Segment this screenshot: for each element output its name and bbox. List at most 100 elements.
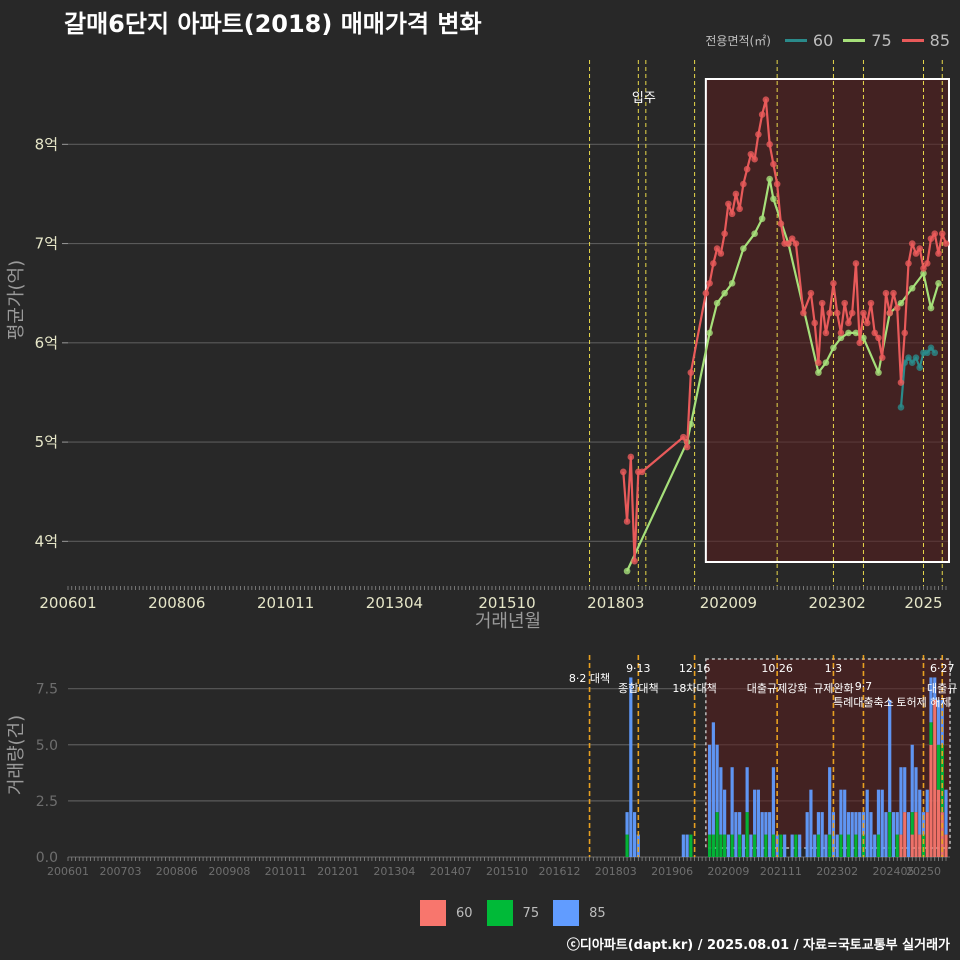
volume-bar-85 <box>636 834 640 857</box>
bar-legend-label-85: 85 <box>589 905 606 921</box>
price-x-tick-label: 2025 <box>904 594 942 612</box>
price-point-85 <box>755 131 762 138</box>
price-point-85 <box>631 557 638 565</box>
volume-bar-85 <box>726 834 730 857</box>
price-point-85 <box>770 160 777 168</box>
volume-x-tick-label: 201906 <box>651 865 693 878</box>
volume-bar-85 <box>741 834 745 857</box>
price-x-tick-label: 202009 <box>700 594 757 612</box>
price-point-85 <box>706 279 713 287</box>
price-point-75 <box>766 175 773 183</box>
price-point-85 <box>623 518 631 525</box>
bar-legend-swatch-85 <box>553 900 580 926</box>
volume-bar-85 <box>816 812 821 835</box>
volume-bar-85 <box>910 744 914 813</box>
bar-legend: 60 75 85 <box>420 900 610 926</box>
price-point-85 <box>736 205 743 213</box>
price-x-axis-title: 거래년월 <box>475 611 541 632</box>
volume-bar-85 <box>869 812 873 857</box>
price-point-75 <box>770 195 777 203</box>
volume-bar-75 <box>828 834 832 857</box>
price-point-85 <box>863 319 871 327</box>
volume-bar-75 <box>779 834 783 857</box>
price-point-85 <box>717 250 725 257</box>
price-point-75 <box>721 289 728 297</box>
volume-bar-85 <box>865 789 869 857</box>
price-point-75 <box>822 359 830 366</box>
volume-x-tick-label: 201510 <box>486 865 528 878</box>
volume-bar-85 <box>723 789 727 835</box>
volume-x-tick-label: 201201 <box>317 865 359 878</box>
price-point-75 <box>815 369 822 376</box>
volume-bar-60 <box>929 744 933 857</box>
policy-label-land-permit: 토허제 해제 <box>896 695 950 709</box>
price-point-85 <box>938 230 946 237</box>
volume-bar-75 <box>764 834 768 857</box>
volume-bar-85 <box>632 812 637 857</box>
price-point-75 <box>728 279 736 287</box>
volume-bar-85 <box>768 812 772 857</box>
volume-bar-75 <box>846 834 851 857</box>
bar-legend-item-75: 75 <box>486 900 539 926</box>
price-x-tick-label: 201510 <box>478 594 535 612</box>
volume-bar-85 <box>685 834 689 857</box>
volume-bar-75 <box>876 834 881 857</box>
volume-x-tick-label: 200908 <box>208 865 250 878</box>
price-point-60 <box>912 354 920 362</box>
volume-bar-60 <box>910 834 914 857</box>
price-point-85 <box>935 250 942 257</box>
price-x-tick-label: 201011 <box>257 594 314 612</box>
volume-bar-75 <box>839 834 843 857</box>
volume-y-tick-label: 7.5 <box>36 682 58 698</box>
volume-bar-85 <box>809 789 813 857</box>
source-footer: ⓒ디아파트(dapt.kr) / 2025.08.01 / 자료=국토교통부 실… <box>566 938 950 953</box>
volume-bar-60 <box>944 834 948 857</box>
price-point-85 <box>878 354 886 362</box>
volume-x-tick-label: 202302 <box>816 865 858 878</box>
price-point-85 <box>893 304 901 312</box>
volume-bar-75 <box>888 812 892 857</box>
price-point-85 <box>837 329 845 337</box>
legend-item-85: 85 <box>901 31 950 50</box>
line-legend: 전용면적(㎡) 60 75 85 <box>705 31 950 50</box>
volume-bar-85 <box>899 767 903 835</box>
volume-bar-75 <box>625 834 629 857</box>
policy-label-913-name: 종합대책 <box>618 682 658 695</box>
volume-bar-75 <box>816 834 821 857</box>
volume-bar-75 <box>708 834 712 857</box>
policy-label-1216-name: 18차대책 <box>672 682 716 695</box>
policy-label-627-date: 6·27 <box>930 662 955 675</box>
volume-x-tick-label: 201304 <box>373 865 415 878</box>
bar-legend-swatch-60 <box>420 900 446 926</box>
price-point-85 <box>740 180 747 188</box>
volume-bar-85 <box>625 812 629 835</box>
volume-bar-85 <box>850 812 854 857</box>
move-in-annotation: 입주 <box>632 91 656 106</box>
volume-bar-85 <box>903 767 907 813</box>
volume-bar-75 <box>921 834 926 857</box>
price-point-85 <box>916 245 924 252</box>
price-point-85 <box>815 359 822 366</box>
price-volume-chart: 4억 5억 6억 7억 8억 입주 200601 200806 201011 201304 2015… <box>6 60 957 878</box>
policy-label-13-name: 규제완화 <box>813 682 853 695</box>
volume-bar-75 <box>730 834 734 857</box>
volume-bar-85 <box>891 812 896 857</box>
volume-y-tick-label: 2.5 <box>36 794 58 810</box>
volume-bar-85 <box>760 812 764 857</box>
legend-title: 전용면적(㎡) <box>705 34 771 48</box>
volume-bar-85 <box>906 812 911 857</box>
price-y-axis-title: 평균가(억) <box>6 260 27 340</box>
volume-bar-75 <box>895 834 899 857</box>
volume-x-tick-label: 202111 <box>760 865 802 878</box>
volume-bar-85 <box>756 789 760 857</box>
price-y-tick-label: 6억 <box>35 334 58 352</box>
price-point-85 <box>818 299 826 307</box>
price-point-85 <box>680 433 687 441</box>
volume-bar-85 <box>880 789 884 857</box>
price-point-85 <box>800 309 807 317</box>
volume-bar-85 <box>876 789 881 835</box>
volume-bar-85 <box>745 767 749 813</box>
volume-bar-85 <box>839 789 843 835</box>
volume-bar-60 <box>903 812 907 857</box>
price-y-tick-label: 5억 <box>35 433 58 451</box>
